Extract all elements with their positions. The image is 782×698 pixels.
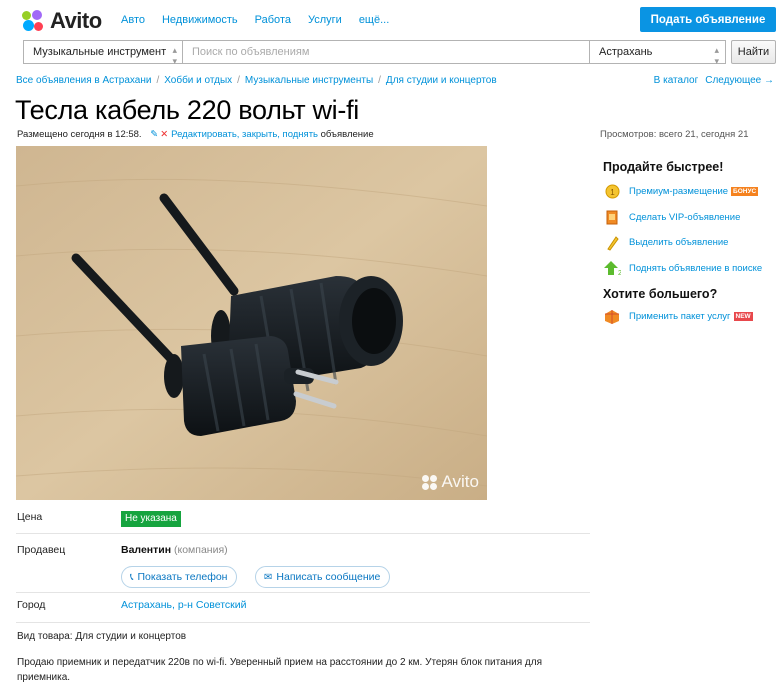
premium-coin-icon: 1 (603, 184, 621, 200)
promo-sidebar: Продайте быстрее! 1 Премиум-размещение Б… (603, 160, 782, 330)
package-icon (603, 309, 621, 325)
sell-faster-heading: Продайте быстрее! (603, 160, 724, 174)
logo-dots-icon (22, 10, 46, 32)
breadcrumb-item[interactable]: Хобби и отдых (164, 75, 232, 86)
highlight-label: Выделить объявление (629, 237, 729, 249)
breadcrumb-item[interactable]: Музыкальные инструменты (245, 75, 373, 86)
city-label: Город (17, 599, 46, 611)
find-button[interactable]: Найти (731, 40, 776, 64)
write-message-button[interactable]: ✉ Написать сообщение (255, 566, 391, 588)
raise-label: Поднять объявление в поиске (629, 262, 763, 274)
pencil-icon: ✎ (150, 129, 159, 140)
vip-link[interactable]: Сделать VIP-объявление (603, 205, 782, 231)
catalog-links: В каталог Следующее → (647, 75, 774, 86)
nav-jobs[interactable]: Работа (255, 14, 291, 26)
next-ad-link[interactable]: Следующее → (705, 75, 774, 86)
nav-auto[interactable]: Авто (121, 14, 145, 26)
page-title: Тесла кабель 220 вольт wi-fi (15, 95, 359, 125)
photo-illustration (16, 146, 487, 500)
seller-name[interactable]: Валентин (компания) (121, 544, 228, 556)
svg-text:2: 2 (618, 270, 621, 276)
close-icon: ✕ (160, 129, 169, 140)
post-ad-button[interactable]: Подать объявление (640, 7, 776, 32)
raise-link[interactable]: 2 Поднять объявление в поиске (603, 256, 782, 282)
views-counter: Просмотров: всего 21, сегодня 21 (600, 129, 749, 140)
city-row: Город (16, 593, 590, 623)
posted-date: Размещено сегодня в 12:58. (17, 129, 142, 140)
seller-name-text: Валентин (121, 544, 172, 556)
premium-placement-link[interactable]: 1 Премиум-размещение БОНУС (603, 179, 782, 205)
photo-watermark: Avito (421, 472, 480, 492)
item-description: Продаю приемник и передатчик 220в по wi-… (17, 657, 543, 683)
arrow-up-icon: 2 (603, 260, 621, 276)
edit-close-raise-link[interactable]: Редактировать, закрыть, поднять (171, 129, 318, 140)
posted-info: Размещено сегодня в 12:58. ✎ ✕ Редактирова… (17, 129, 374, 140)
envelope-icon: ✉ (264, 571, 273, 583)
city-select-value: Астрахань (599, 46, 653, 58)
nav-services[interactable]: Услуги (308, 14, 342, 26)
price-label: Цена (17, 511, 43, 523)
breadcrumb: Все объявления в Астрахани / Хобби и отдых… (16, 75, 497, 86)
item-type: Вид товара: Для студии и концертов (17, 631, 187, 642)
seller-label: Продавец (17, 544, 66, 556)
search-input[interactable]: Поиск по объявлениям (182, 40, 590, 64)
price-value: Не указана (121, 511, 181, 527)
svg-text:1: 1 (610, 188, 615, 197)
highlight-pencil-icon (603, 235, 621, 251)
breadcrumb-item[interactable]: Для студии и концертов (386, 75, 497, 86)
nav-more[interactable]: ещё... (359, 14, 389, 26)
want-more-heading: Хотите большего? (603, 287, 718, 301)
city-select[interactable]: Астрахань ▴ ▾ (589, 40, 726, 66)
bonus-badge: БОНУС (731, 187, 759, 197)
show-phone-label: Показать телефон (137, 571, 228, 583)
watermark-text: Avito (441, 472, 480, 491)
seller-type: (компания) (174, 544, 228, 556)
premium-label: Премиум-размещение (629, 186, 729, 198)
new-badge: NEW (733, 312, 753, 322)
select-arrows-icon: ▴ ▾ (172, 45, 177, 66)
edit-suffix: объявление (320, 129, 374, 140)
package-link[interactable]: Применить пакет услуг NEW (603, 304, 782, 330)
highlight-link[interactable]: Выделить объявление (603, 230, 782, 256)
listing-photo[interactable]: Avito (16, 146, 487, 500)
package-label: Применить пакет услуг (629, 311, 731, 323)
vip-label: Сделать VIP-объявление (629, 211, 741, 223)
avito-logo[interactable]: Avito (22, 8, 102, 34)
breadcrumb-item[interactable]: Все объявления в Астрахани (16, 75, 151, 86)
select-arrows-icon: ▴ ▾ (714, 45, 719, 66)
avito-dots-icon (421, 474, 438, 490)
category-select[interactable]: Музыкальные инструмент ▴ ▾ (23, 40, 183, 66)
nav-realty[interactable]: Недвижимость (162, 14, 238, 26)
search-bar: Музыкальные инструмент ▴ ▾ Поиск по объяв… (23, 40, 776, 66)
show-phone-button[interactable]: 📞︎ Показать телефон (121, 566, 238, 588)
top-nav: Авто Недвижимость Работа Услуги ещё... (121, 14, 406, 26)
write-message-label: Написать сообщение (276, 571, 381, 583)
vip-icon (603, 209, 621, 225)
listing-details: Цена Не указана Продавец Город (16, 500, 590, 623)
category-select-value: Музыкальные инструмент (33, 46, 167, 58)
logo-text: Avito (50, 8, 102, 33)
city-value[interactable]: Астрахань, р-н Советский (121, 599, 247, 611)
phone-icon: 📞︎ (130, 571, 134, 583)
price-row: Цена Не указана (16, 500, 590, 534)
top-bar: Avito Авто Недвижимость Работа Услуги ещ… (0, 0, 782, 38)
to-catalog-link[interactable]: В каталог (654, 75, 699, 86)
